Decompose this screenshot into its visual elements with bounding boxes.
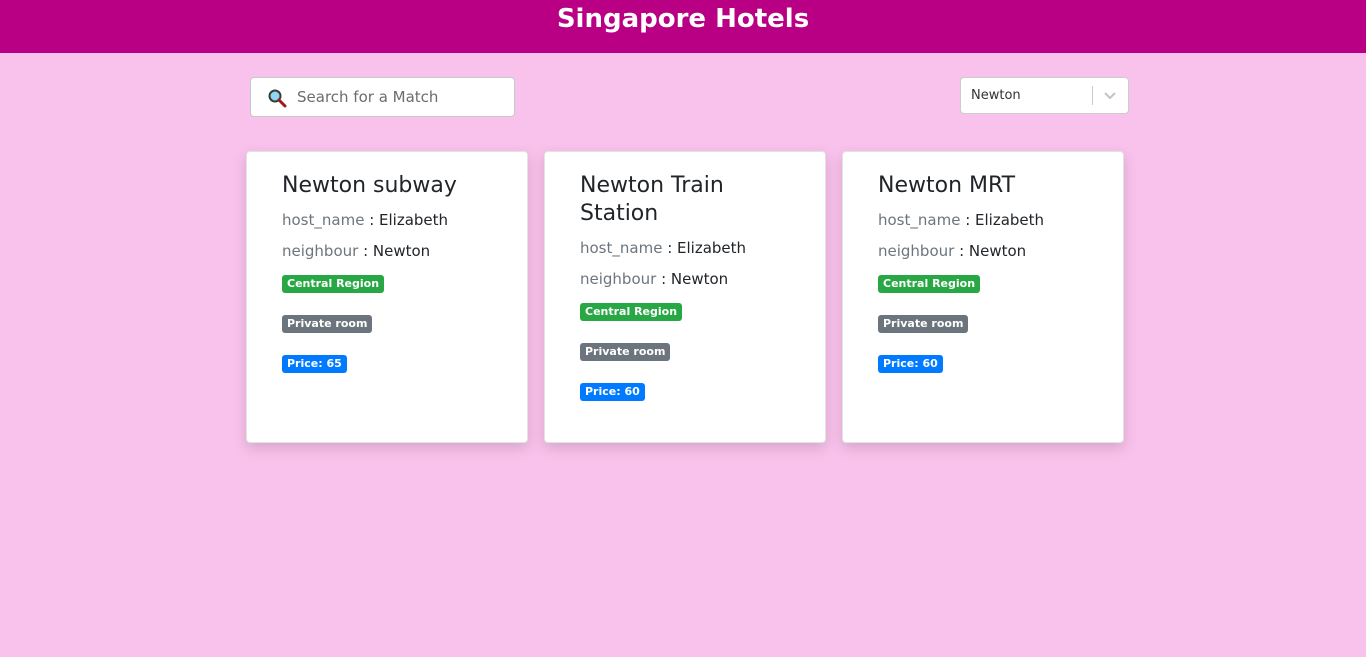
neighbour-value: Newton — [372, 242, 431, 260]
search-icon — [268, 89, 287, 108]
room-type-badge: Private room — [580, 343, 671, 361]
neighbour-key: neighbour — [580, 270, 657, 288]
host-value: Elizabeth — [975, 211, 1045, 229]
price-badge: Price: 60 — [580, 383, 645, 401]
host-key: host_name — [878, 211, 961, 229]
room-type-badge: Private room — [878, 315, 969, 333]
search-input[interactable] — [297, 84, 507, 110]
region-badge: Central Region — [580, 303, 683, 321]
card-title: Newton subway — [282, 173, 457, 198]
search-box[interactable] — [250, 77, 515, 117]
region-badge: Central Region — [282, 275, 385, 293]
neighbour-line: neighbour : Newton — [878, 242, 1027, 260]
hotel-card[interactable]: Newton MRT host_name : Elizabeth neighbo… — [842, 151, 1124, 443]
page-title: Singapore Hotels — [556, 4, 810, 34]
hotel-card[interactable]: Newton Train Station host_name : Elizabe… — [544, 151, 826, 443]
host-key: host_name — [282, 211, 365, 229]
select-separator — [1092, 86, 1093, 105]
hotel-card[interactable]: Newton subway host_name : Elizabeth neig… — [246, 151, 528, 443]
price-badge: Price: 60 — [878, 355, 943, 373]
host-value: Elizabeth — [379, 211, 449, 229]
host-line: host_name : Elizabeth — [878, 211, 1045, 229]
neighbour-line: neighbour : Newton — [580, 270, 729, 288]
room-type-badge: Private room — [282, 315, 373, 333]
neighbour-value: Newton — [670, 270, 729, 288]
neighbour-key: neighbour — [878, 242, 955, 260]
neighbourhood-select[interactable]: Newton — [960, 77, 1129, 114]
price-badge: Price: 65 — [282, 355, 347, 373]
neighbour-line: neighbour : Newton — [282, 242, 431, 260]
host-value: Elizabeth — [677, 239, 747, 257]
neighbour-value: Newton — [968, 242, 1027, 260]
card-title: Newton Train Station — [580, 173, 724, 226]
select-value: Newton — [971, 88, 1021, 103]
chevron-down-icon[interactable] — [1103, 90, 1117, 101]
app-header: Singapore Hotels — [0, 0, 1366, 53]
host-line: host_name : Elizabeth — [282, 211, 449, 229]
card-title: Newton MRT — [878, 173, 1016, 198]
neighbour-key: neighbour — [282, 242, 359, 260]
host-key: host_name — [580, 239, 663, 257]
region-badge: Central Region — [878, 275, 981, 293]
host-line: host_name : Elizabeth — [580, 239, 747, 257]
